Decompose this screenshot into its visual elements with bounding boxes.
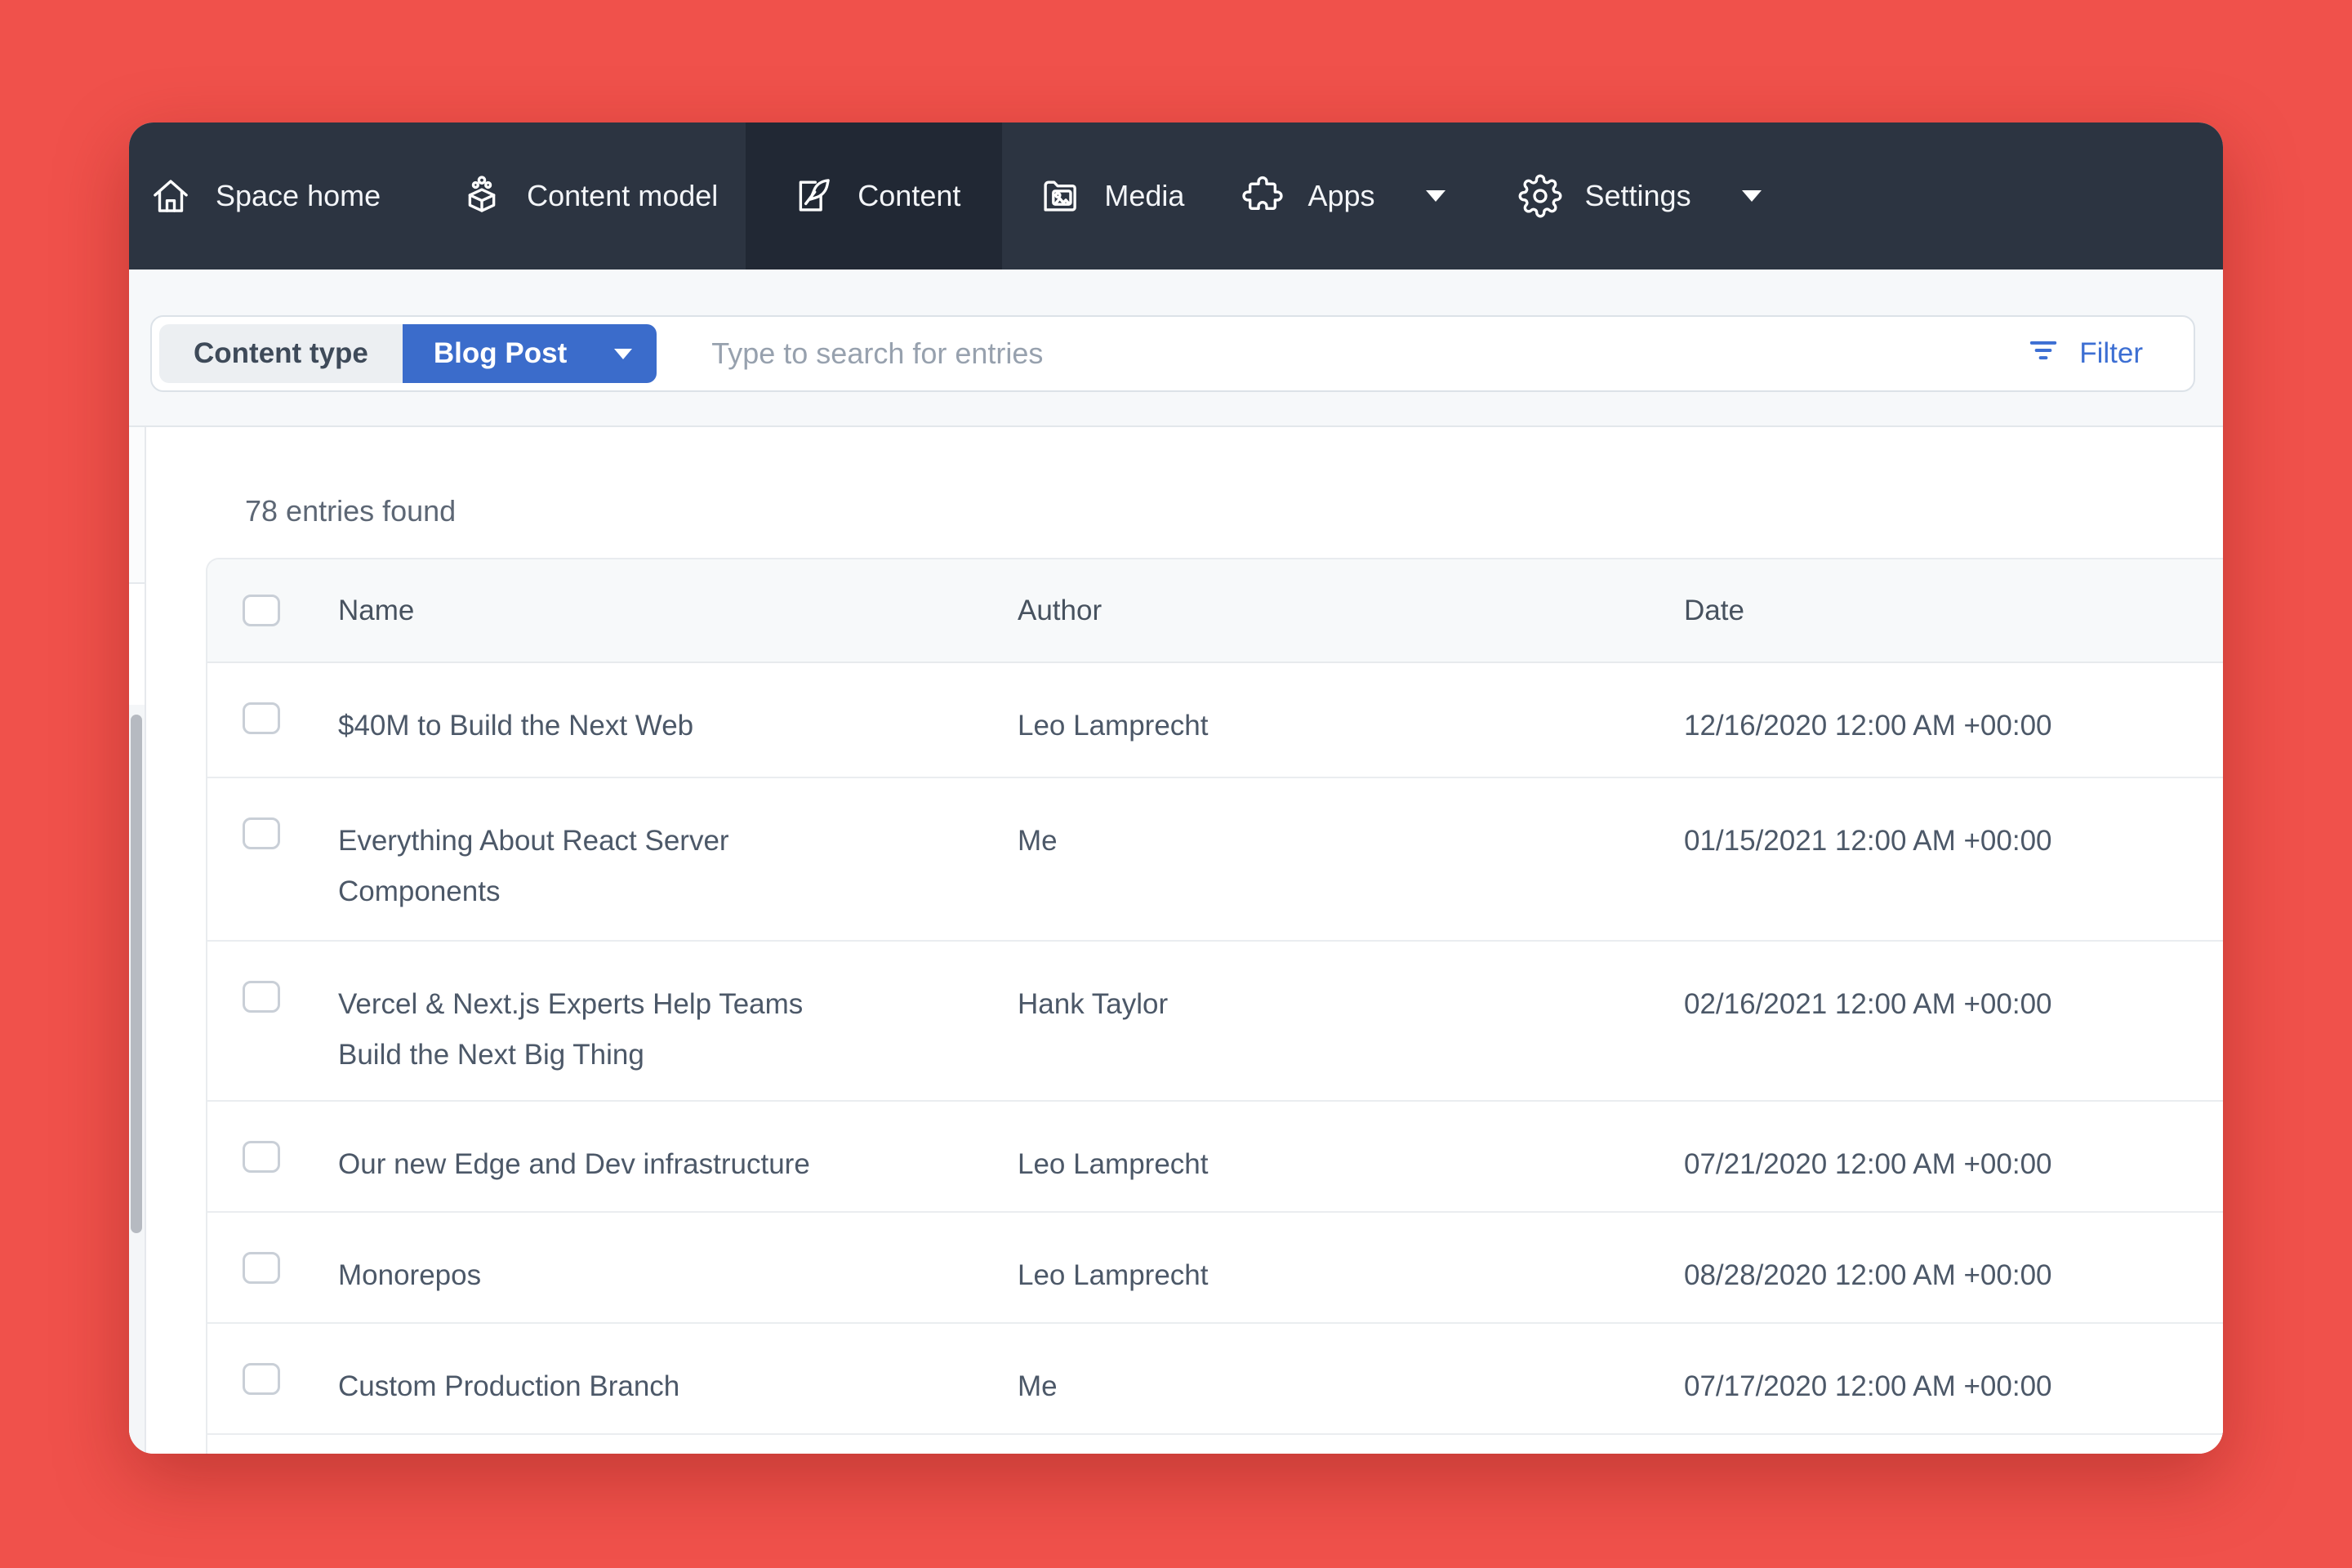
table-row[interactable]: Vercel & Next.js Experts Help Teams Buil… (207, 942, 2223, 1102)
nav-item-content-model[interactable]: Content model (460, 122, 718, 270)
table-header: Name Author Date (207, 559, 2223, 663)
entry-name: $40M to Build the Next Web (338, 663, 828, 777)
table-row[interactable]: Custom Production Branch Me 07/17/2020 1… (207, 1324, 2223, 1435)
entry-author: Leo Lamprecht (1018, 1213, 1684, 1322)
nav-item-label: Settings (1585, 179, 1691, 213)
entries-table: Name Author Date $40M to Build the Next … (206, 558, 2223, 1454)
nav-item-space-home[interactable]: Space home (149, 122, 381, 270)
chevron-down-icon (1742, 190, 1762, 202)
nav-item-label: Content (858, 179, 960, 213)
table-row[interactable]: Everything About React Server Components… (207, 778, 2223, 942)
background-panel-sliver (129, 427, 145, 584)
app-window: Space home Content model (129, 122, 2223, 1454)
entries-count: 78 entries found (245, 494, 456, 528)
apps-icon (1241, 174, 1285, 218)
entry-date: 07/17/2020 12:00 AM +00:00 (1684, 1324, 2223, 1433)
content-type-filter: Content type Blog Post (159, 324, 657, 383)
search-toolbar: Content type Blog Post Filter (129, 270, 2223, 427)
media-icon (1037, 174, 1081, 218)
entry-author: Me (1018, 1324, 1684, 1433)
chevron-down-icon (1426, 190, 1446, 202)
content-type-label: Content type (159, 324, 403, 383)
content-type-dropdown[interactable]: Blog Post (403, 324, 657, 383)
filter-button[interactable]: Filter (2027, 334, 2143, 374)
table-row[interactable]: Our new Edge and Dev infrastructure Leo … (207, 1102, 2223, 1213)
nav-item-content[interactable]: Content (746, 122, 1002, 270)
entry-author: Me (1018, 778, 1684, 940)
entry-date: 07/21/2020 12:00 AM +00:00 (1684, 1102, 2223, 1211)
entry-name: Everything About React Server Components (338, 778, 828, 940)
select-all-checkbox[interactable] (243, 595, 280, 626)
entry-author: Leo Lamprecht (1018, 663, 1684, 777)
entry-name: Monorepos (338, 1213, 828, 1322)
nav-item-label: Content model (527, 179, 718, 213)
chevron-down-icon (614, 349, 632, 359)
table-row-partial (207, 1435, 2223, 1454)
entry-date: 08/28/2020 12:00 AM +00:00 (1684, 1213, 2223, 1322)
nav-item-media[interactable]: Media (1037, 122, 1184, 270)
nav-item-settings[interactable]: Settings (1518, 122, 1762, 270)
entry-name: Vercel & Next.js Experts Help Teams Buil… (338, 942, 828, 1100)
column-header-name: Name (338, 595, 1018, 627)
screenshot-root: { "colors": { "background": "#F0514B", "… (0, 0, 2352, 1568)
top-nav: Space home Content model (129, 122, 2223, 270)
table-row[interactable]: $40M to Build the Next Web Leo Lamprecht… (207, 663, 2223, 778)
row-checkbox[interactable] (243, 817, 280, 849)
row-checkbox[interactable] (243, 1363, 280, 1395)
search-bar: Content type Blog Post Filter (150, 315, 2195, 392)
entry-date: 12/16/2020 12:00 AM +00:00 (1684, 663, 2223, 777)
entry-author: Leo Lamprecht (1018, 1102, 1684, 1211)
entry-name: Custom Production Branch (338, 1324, 828, 1433)
nav-item-label: Space home (216, 179, 381, 213)
nav-item-label: Media (1104, 179, 1184, 213)
filter-label: Filter (2079, 337, 2143, 370)
content-area: 78 entries found Name Author Date $40M t… (129, 427, 2223, 1454)
settings-icon (1518, 174, 1562, 218)
column-header-date: Date (1684, 595, 2223, 627)
row-checkbox[interactable] (243, 1141, 280, 1173)
content-type-value: Blog Post (434, 337, 567, 370)
entry-name: Our new Edge and Dev infrastructure (338, 1102, 828, 1211)
search-input[interactable] (664, 336, 2027, 372)
entry-date: 01/15/2021 12:00 AM +00:00 (1684, 778, 2223, 940)
column-header-author: Author (1018, 595, 1684, 627)
filter-icon (2027, 334, 2060, 374)
entry-author: Hank Taylor (1018, 942, 1684, 1100)
row-checkbox[interactable] (243, 1252, 280, 1284)
panel-divider (145, 427, 146, 1454)
scrollbar-thumb[interactable] (131, 715, 142, 1233)
nav-item-label: Apps (1307, 179, 1374, 213)
nav-item-apps[interactable]: Apps (1241, 122, 1445, 270)
home-icon (149, 174, 193, 218)
content-model-icon (460, 174, 504, 218)
select-all-cell (207, 595, 338, 626)
content-icon (791, 174, 835, 218)
row-checkbox[interactable] (243, 702, 280, 734)
entry-date: 02/16/2021 12:00 AM +00:00 (1684, 942, 2223, 1100)
row-checkbox[interactable] (243, 981, 280, 1013)
table-row[interactable]: Monorepos Leo Lamprecht 08/28/2020 12:00… (207, 1213, 2223, 1324)
